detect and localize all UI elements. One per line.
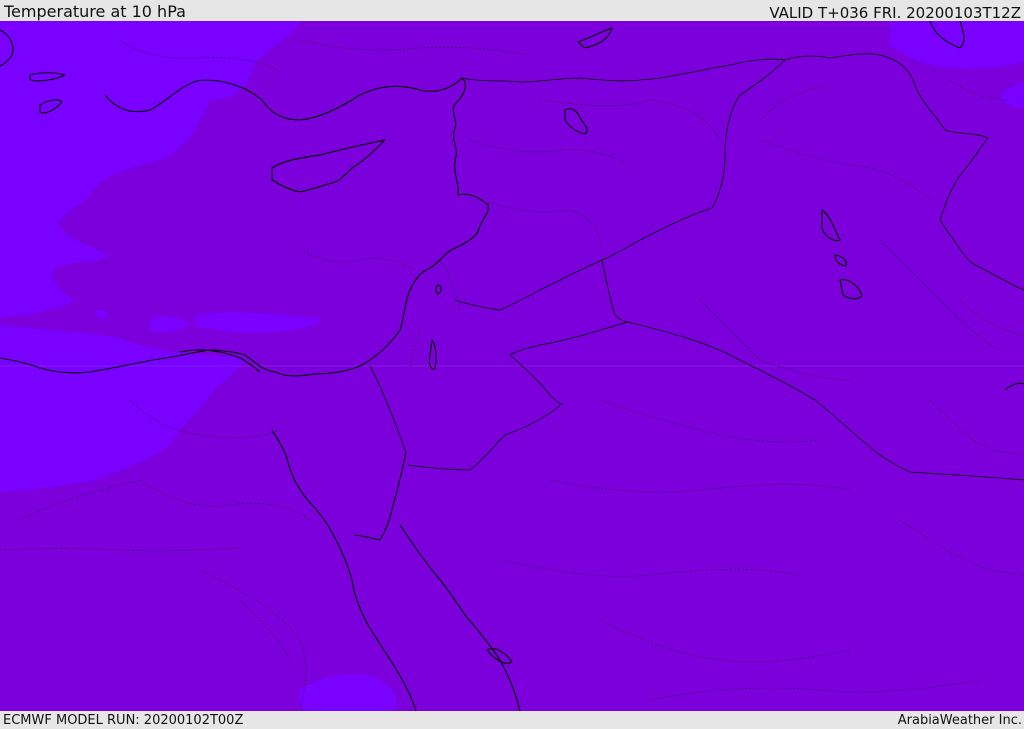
model-run-label: ECMWF MODEL RUN: 20200102T00Z [3, 713, 244, 728]
forecast-map-panel: Temperature at 10 hPa VALID T+036 FRI. 2… [0, 0, 1024, 729]
map-title: Temperature at 10 hPa [4, 2, 186, 21]
credit-label: ArabiaWeather Inc. [897, 713, 1022, 728]
valid-time-label: VALID T+036 FRI. 20200103T12Z [769, 4, 1021, 22]
map-canvas [0, 21, 1024, 711]
map-svg [0, 21, 1024, 711]
header-bar: Temperature at 10 hPa VALID T+036 FRI. 2… [0, 0, 1024, 22]
footer-bar: ECMWF MODEL RUN: 20200102T00Z ArabiaWeat… [0, 711, 1024, 729]
